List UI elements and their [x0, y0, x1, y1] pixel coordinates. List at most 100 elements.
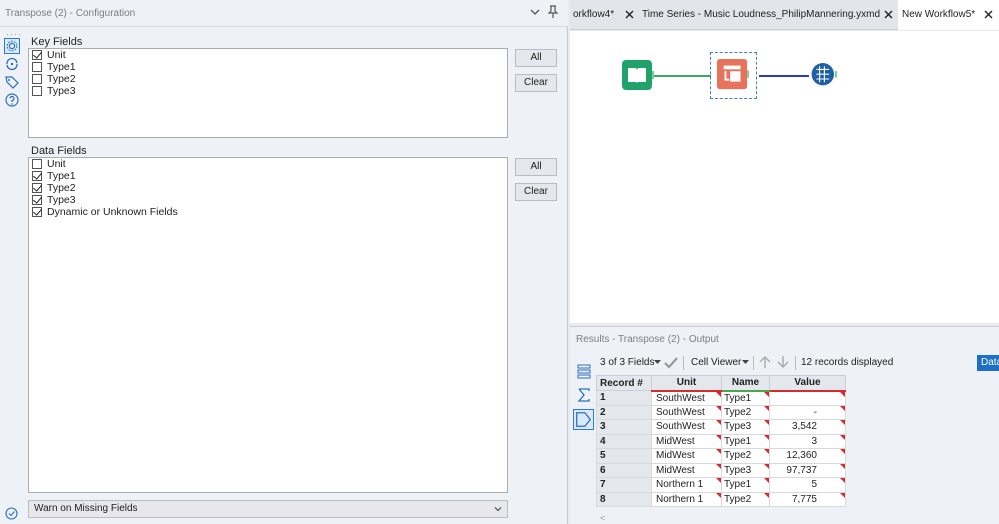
transpose-tool-icon[interactable]	[717, 59, 749, 91]
cell-name[interactable]: Type2	[721, 491, 770, 507]
cell-name[interactable]: Type1	[721, 390, 770, 406]
toolbar-divider	[753, 356, 754, 370]
help-icon[interactable]	[4, 92, 20, 108]
config-side-rail: ····	[0, 27, 24, 524]
fields-selector[interactable]: 3 of 3 Fields	[600, 357, 654, 368]
cell-unit[interactable]: MidWest	[651, 448, 722, 464]
data-field-item[interactable]: Type2	[29, 182, 507, 194]
data-field-item[interactable]: Unit	[29, 158, 507, 170]
cell-value[interactable]: 97,737	[769, 462, 846, 478]
cell-unit[interactable]: MidWest	[651, 433, 722, 449]
field-label: Type1	[47, 61, 76, 73]
cell-unit[interactable]: SouthWest	[651, 404, 722, 420]
table-row[interactable]: 5 MidWest Type2 12,360	[596, 448, 846, 464]
column-header-record[interactable]: Record #	[596, 375, 652, 391]
cell-unit[interactable]: Northern 1	[651, 477, 722, 493]
data-field-item[interactable]: Dynamic or Unknown Fields	[29, 206, 507, 218]
cell-value[interactable]: 7,775	[769, 491, 846, 507]
checkbox[interactable]	[32, 183, 42, 193]
cell-name[interactable]: Type3	[721, 462, 770, 478]
cell-name[interactable]: Type1	[721, 477, 770, 493]
cell-name[interactable]: Type1	[721, 433, 770, 449]
table-row[interactable]: 1 SouthWest Type1	[596, 390, 846, 406]
key-fields-list[interactable]: Unit Type1 Type2 Type3	[28, 48, 508, 138]
cell-value[interactable]: 3	[769, 433, 846, 449]
sigma-icon[interactable]	[576, 387, 592, 403]
cell-name[interactable]: Type2	[721, 404, 770, 420]
data-button[interactable]: Data	[977, 355, 999, 371]
results-panel: Results - Transpose (2) - Output 3 of 3 …	[570, 326, 999, 524]
field-label: Dynamic or Unknown Fields	[47, 206, 178, 218]
cell-value[interactable]: -	[769, 404, 846, 420]
table-row[interactable]: 4 MidWest Type1 3	[596, 433, 846, 449]
checkbox[interactable]	[32, 74, 42, 84]
cell-unit[interactable]: SouthWest	[651, 390, 722, 406]
input-data-tool-icon[interactable]	[622, 60, 654, 92]
browse-tool-icon[interactable]	[810, 59, 842, 91]
configuration-panel: Transpose (2) - Configuration ···· Key F…	[0, 0, 568, 524]
cell-value[interactable]: 12,360	[769, 448, 846, 464]
close-icon[interactable]	[984, 10, 993, 19]
checkbox[interactable]	[32, 195, 42, 205]
checkbox[interactable]	[32, 159, 42, 169]
tag-icon[interactable]	[4, 74, 20, 90]
results-grid[interactable]: Record # Unit Name Value 1 SouthWest Typ…	[596, 375, 846, 507]
cell-name[interactable]: Type3	[721, 419, 770, 435]
column-header-unit[interactable]: Unit	[651, 375, 722, 392]
arrow-up-icon[interactable]	[759, 355, 771, 369]
close-icon[interactable]	[625, 10, 634, 19]
missing-fields-select[interactable]: Warn on Missing Fields	[28, 500, 508, 518]
table-row[interactable]: 8 Northern 1 Type2 7,775	[596, 491, 846, 507]
close-icon[interactable]	[884, 10, 893, 19]
cell-unit[interactable]: MidWest	[651, 462, 722, 478]
key-field-item[interactable]: Type2	[29, 73, 507, 85]
data-all-button[interactable]: All	[515, 158, 557, 176]
scroll-left-icon[interactable]: <	[600, 513, 605, 523]
table-row[interactable]: 3 SouthWest Type3 3,542	[596, 419, 846, 435]
cell-name[interactable]: Type2	[721, 448, 770, 464]
chevron-down-icon[interactable]	[654, 360, 661, 365]
checkbox[interactable]	[32, 50, 42, 60]
checkbox[interactable]	[32, 86, 42, 96]
arrow-down-icon[interactable]	[777, 355, 789, 369]
cell-viewer-selector[interactable]: Cell Viewer	[691, 357, 741, 368]
data-clear-button[interactable]: Clear	[515, 183, 557, 201]
chevron-down-icon[interactable]	[529, 6, 541, 18]
tag-view-icon[interactable]	[573, 409, 594, 430]
chevron-down-icon[interactable]	[742, 360, 749, 365]
list-view-icon[interactable]	[576, 363, 592, 379]
key-field-item[interactable]: Unit	[29, 49, 507, 61]
record-number: 7	[596, 477, 652, 493]
column-header-value[interactable]: Value	[769, 375, 846, 392]
checkbox[interactable]	[32, 62, 42, 72]
record-number: 5	[596, 448, 652, 464]
cell-unit[interactable]: Northern 1	[651, 491, 722, 507]
checkmark-icon[interactable]	[664, 356, 678, 369]
key-clear-button[interactable]: Clear	[515, 74, 557, 92]
pin-icon[interactable]	[547, 5, 559, 19]
cell-unit[interactable]: SouthWest	[651, 419, 722, 435]
cell-value[interactable]: 3,542	[769, 419, 846, 435]
field-label: Unit	[47, 49, 66, 61]
cell-value[interactable]	[769, 390, 846, 406]
data-field-item[interactable]: Type3	[29, 194, 507, 206]
table-row[interactable]: 2 SouthWest Type2 -	[596, 404, 846, 420]
table-row[interactable]: 7 Northern 1 Type1 5	[596, 477, 846, 493]
key-field-item[interactable]: Type1	[29, 61, 507, 73]
checkbox[interactable]	[32, 171, 42, 181]
workflow-canvas[interactable]	[570, 31, 999, 323]
configuration-header: Transpose (2) - Configuration	[0, 0, 568, 27]
data-fields-list[interactable]: Unit Type1 Type2 Type3 Dynamic or Unknow…	[28, 157, 508, 493]
checkbox[interactable]	[32, 207, 42, 217]
data-field-item[interactable]: Type1	[29, 170, 507, 182]
tab-time-series[interactable]: Time Series - Music Loudness_PhilipManne…	[642, 0, 892, 30]
refresh-icon[interactable]	[4, 56, 20, 72]
key-field-item[interactable]: Type3	[29, 85, 507, 97]
table-row[interactable]: 6 MidWest Type3 97,737	[596, 462, 846, 478]
cell-value[interactable]: 5	[769, 477, 846, 493]
record-number: 6	[596, 462, 652, 478]
column-header-name[interactable]: Name	[721, 375, 770, 392]
record-number: 4	[596, 433, 652, 449]
gear-icon[interactable]	[4, 38, 20, 54]
key-all-button[interactable]: All	[515, 49, 557, 67]
